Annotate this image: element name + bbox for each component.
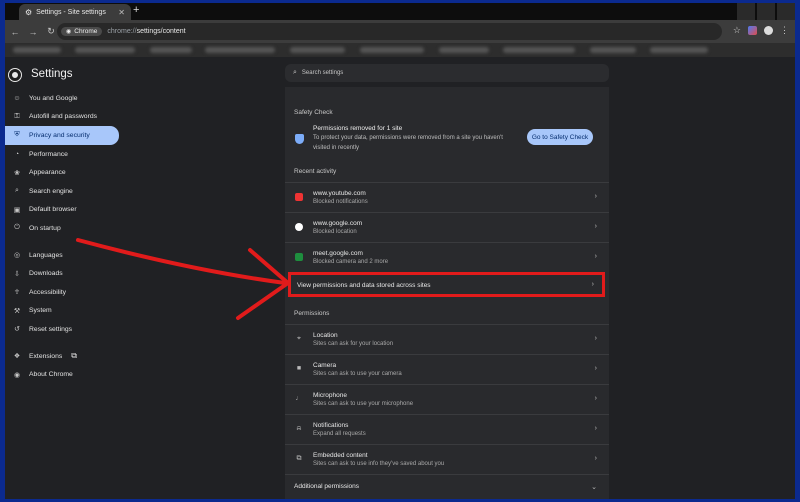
permission-row-microphone[interactable]: ♩ Microphone Sites can ask to use your m… [285, 384, 609, 414]
meet-favicon-icon [295, 253, 303, 261]
permission-row-camera[interactable]: ■ Camera Sites can ask to use your camer… [285, 354, 609, 384]
safety-check-description: To protect your data, permissions were r… [313, 135, 503, 151]
browser-window: ⚙ Settings - Site settings ✕ + ← → ↻ Chr… [5, 3, 795, 499]
sidebar-item-search-engine[interactable]: ⌕ Search engine [5, 182, 119, 201]
go-to-safety-check-button[interactable]: Go to Safety Check [527, 129, 593, 145]
puzzle-icon: ❖ [13, 353, 21, 361]
power-icon: ⏻ [14, 224, 20, 232]
chevron-right-icon: › [594, 253, 597, 260]
chevron-right-icon: › [591, 281, 594, 288]
embedded-content-icon: ⧉ [296, 455, 302, 462]
site-settings-panel: Safety Check Permissions removed for 1 s… [285, 87, 609, 499]
sidebar-item-languages[interactable]: ◎ Languages [5, 246, 119, 265]
permissions-heading: Permissions [294, 310, 330, 317]
tab-settings[interactable]: ⚙ Settings - Site settings ✕ [19, 4, 131, 20]
sidebar-item-you-and-google[interactable]: ☺ You and Google [5, 89, 119, 108]
new-tab-button[interactable]: + [133, 4, 139, 16]
person-icon: ☺ [13, 94, 21, 102]
close-window-button[interactable] [777, 3, 795, 20]
permission-row-notifications[interactable]: ⍾ Notifications Expand all requests › [285, 414, 609, 444]
menu-icon[interactable]: ⋮ [780, 25, 789, 36]
palette-icon: ❀ [14, 169, 20, 177]
permission-row-embedded-content[interactable]: ⧉ Embedded content Sites can ask to use … [285, 444, 609, 474]
extension-icon[interactable] [748, 26, 757, 35]
url-host: chrome:// [107, 28, 137, 35]
sidebar-item-default-browser[interactable]: ▣ Default browser [5, 201, 119, 220]
sidebar-item-system[interactable]: ⚒ System [5, 302, 119, 321]
sidebar-item-on-startup[interactable]: ⏻ On startup [5, 219, 119, 238]
browser-icon: ▣ [13, 206, 21, 214]
sidebar: ☺ You and Google ⚿ Autofill and passwords … [5, 89, 119, 384]
address-bar[interactable]: Chrome chrome:// settings/content [57, 23, 722, 40]
recent-activity-row-meet[interactable]: meet.google.com Blocked camera and 2 mor… [285, 242, 609, 272]
sidebar-item-reset-settings[interactable]: ↺ Reset settings [5, 320, 119, 339]
microphone-icon: ♩ [295, 395, 303, 402]
key-icon: ⚿ [14, 112, 20, 120]
search-input[interactable]: ⌕ Search settings [285, 64, 609, 82]
chevron-right-icon: › [594, 223, 597, 230]
chevron-right-icon: › [594, 365, 597, 372]
chevron-right-icon: › [594, 335, 597, 342]
chevron-right-icon: › [594, 425, 597, 432]
view-permissions-row[interactable]: View permissions and data stored across … [288, 272, 605, 297]
sidebar-item-performance[interactable]: ◔ Performance [5, 145, 119, 164]
chrome-icon: ◉ [13, 371, 21, 379]
page-title: Settings [31, 68, 73, 80]
safety-check-heading: Safety Check [294, 109, 333, 116]
bookmarks-bar [5, 43, 795, 57]
chevron-right-icon: › [594, 193, 597, 200]
browser-toolbar: ← → ↻ Chrome chrome:// settings/content … [5, 20, 795, 43]
reset-icon: ↺ [14, 326, 20, 334]
forward-icon[interactable]: → [25, 27, 41, 37]
sidebar-item-appearance[interactable]: ❀ Appearance [5, 163, 119, 182]
close-icon[interactable]: ✕ [118, 8, 125, 17]
shield-icon: ⛨ [14, 131, 20, 139]
permission-row-location[interactable]: ⌖ Location Sites can ask for your locati… [285, 324, 609, 354]
youtube-favicon-icon [295, 193, 303, 201]
search-placeholder: Search settings [301, 70, 344, 76]
settings-page: Settings ⌕ Search settings ☺ You and Goog… [5, 57, 795, 499]
bookmark-star-icon[interactable]: ☆ [733, 25, 741, 36]
avatar[interactable] [764, 26, 773, 35]
chrome-logo-icon [9, 69, 21, 81]
speedometer-icon: ◔ [14, 150, 20, 158]
accessibility-icon: ☥ [14, 289, 20, 297]
globe-icon: ◎ [13, 252, 21, 260]
sidebar-item-privacy[interactable]: ⛨ Privacy and security [5, 126, 119, 145]
maximize-button[interactable] [757, 3, 775, 20]
open-in-new-icon: ⧉ [71, 351, 77, 361]
download-icon: ⇩ [14, 270, 20, 278]
sidebar-item-extensions[interactable]: ❖ Extensions ⧉ [5, 347, 119, 366]
tab-strip: ⚙ Settings - Site settings ✕ + [5, 3, 795, 20]
minimize-button[interactable] [737, 3, 755, 20]
window-controls [735, 3, 795, 20]
camera-icon: ■ [296, 365, 302, 372]
gear-icon: ⚙ [25, 7, 33, 17]
search-icon: ⌕ [15, 187, 19, 195]
back-icon[interactable]: ← [7, 27, 23, 37]
additional-permissions-row[interactable]: Additional permissions ⌄ [285, 474, 609, 499]
safety-check-title: Permissions removed for 1 site [313, 125, 403, 132]
sidebar-item-autofill[interactable]: ⚿ Autofill and passwords [5, 108, 119, 127]
sidebar-item-accessibility[interactable]: ☥ Accessibility [5, 283, 119, 302]
sidebar-item-downloads[interactable]: ⇩ Downloads [5, 264, 119, 283]
chevron-down-icon: ⌄ [591, 484, 597, 491]
url-path: settings/content [136, 28, 186, 35]
recent-activity-row-google[interactable]: www.google.com Blocked location › [285, 212, 609, 242]
recent-activity-row-youtube[interactable]: www.youtube.com Blocked notifications › [285, 182, 609, 212]
chevron-right-icon: › [594, 455, 597, 462]
recent-activity-heading: Recent activity [294, 168, 337, 175]
location-icon: ⌖ [297, 335, 301, 342]
bell-icon: ⍾ [296, 425, 302, 432]
google-favicon-icon [295, 223, 303, 231]
wrench-icon: ⚒ [13, 307, 21, 315]
search-icon: ⌕ [293, 69, 297, 76]
shield-icon [295, 134, 304, 144]
site-chip[interactable]: Chrome [61, 27, 103, 36]
chevron-right-icon: › [594, 395, 597, 402]
tab-title: Settings - Site settings [36, 8, 106, 16]
sidebar-item-about-chrome[interactable]: ◉ About Chrome [5, 365, 119, 384]
